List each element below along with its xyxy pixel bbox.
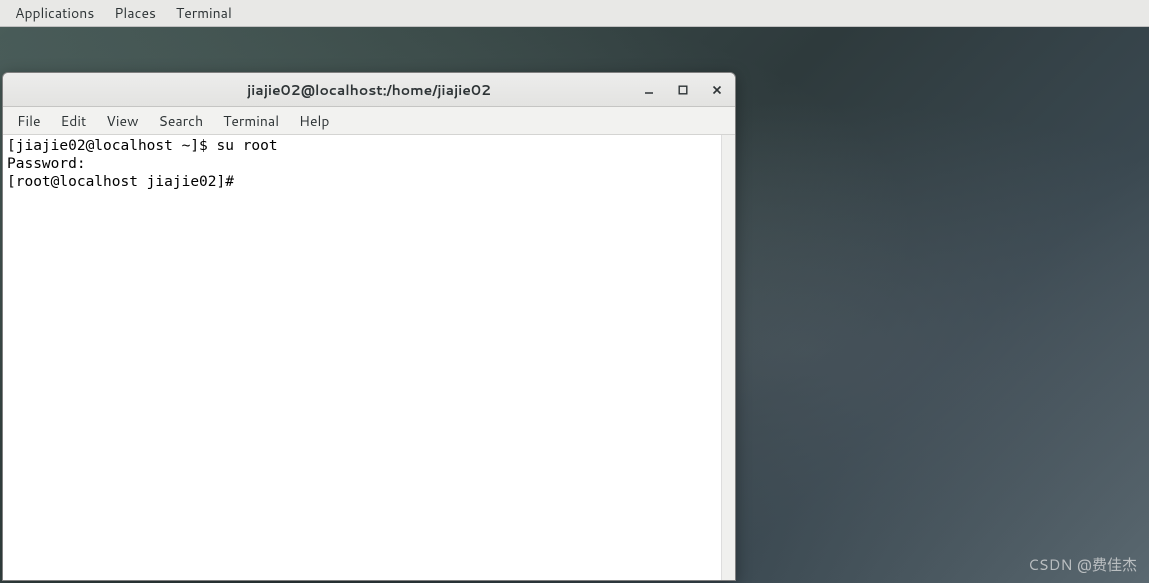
menu-terminal[interactable]: Terminal	[213, 107, 289, 135]
window-title: jiajie02@localhost:/home/jiajie02	[247, 80, 491, 100]
terminal-line: Password:	[7, 156, 94, 172]
maximize-icon	[677, 84, 689, 96]
menu-search[interactable]: Search	[149, 107, 214, 135]
terminal-scrollbar[interactable]	[721, 135, 735, 580]
menu-edit[interactable]: Edit	[51, 107, 97, 135]
menu-help[interactable]: Help	[289, 107, 339, 135]
terminal-line: [jiajie02@localhost ~]$ su root	[7, 138, 278, 154]
top-bar-places[interactable]: Places	[114, 3, 156, 23]
window-controls	[637, 78, 729, 102]
watermark: CSDN @费佳杰	[1028, 554, 1137, 575]
menu-file[interactable]: File	[7, 107, 51, 135]
minimize-icon	[643, 84, 655, 96]
top-bar-terminal[interactable]: Terminal	[176, 3, 232, 23]
terminal-window: jiajie02@localhost:/home/jiajie02 File E…	[2, 72, 736, 581]
close-icon	[711, 84, 723, 96]
maximize-button[interactable]	[671, 78, 695, 102]
terminal-body: [jiajie02@localhost ~]$ su root Password…	[3, 135, 735, 580]
terminal-line: [root@localhost jiajie02]#	[7, 174, 243, 190]
terminal-content[interactable]: [jiajie02@localhost ~]$ su root Password…	[3, 135, 721, 580]
menu-view[interactable]: View	[96, 107, 148, 135]
close-button[interactable]	[705, 78, 729, 102]
gnome-top-bar: Applications Places Terminal	[0, 0, 1149, 27]
terminal-menubar: File Edit View Search Terminal Help	[3, 107, 735, 135]
window-titlebar[interactable]: jiajie02@localhost:/home/jiajie02	[3, 73, 735, 107]
top-bar-applications[interactable]: Applications	[15, 3, 94, 23]
minimize-button[interactable]	[637, 78, 661, 102]
